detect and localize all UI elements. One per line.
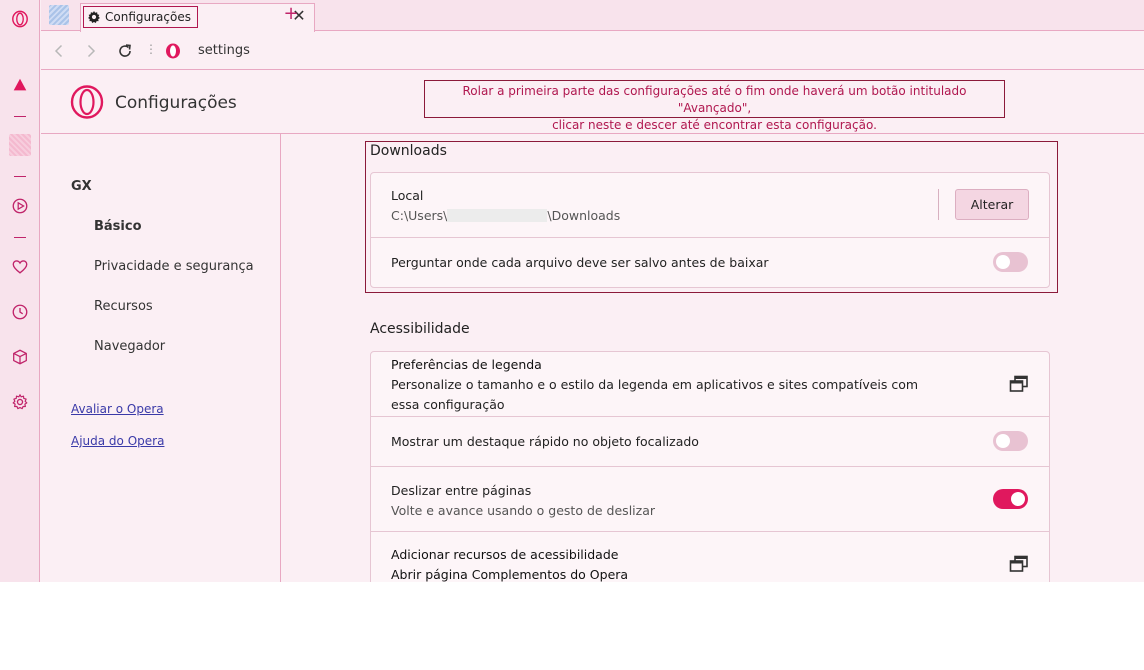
gear-icon[interactable] bbox=[10, 392, 30, 412]
new-tab-button[interactable]: + bbox=[282, 3, 300, 25]
ask-save-location-row: Perguntar onde cada arquivo deve ser sal… bbox=[371, 237, 1049, 287]
page-title: Configurações bbox=[115, 93, 237, 113]
external-link-icon[interactable] bbox=[1009, 555, 1029, 573]
sidebar-rail bbox=[0, 0, 40, 582]
toggle-knob bbox=[996, 434, 1010, 448]
rail-divider bbox=[14, 237, 26, 238]
gear-icon bbox=[88, 11, 100, 23]
settings-header: Configurações Rolar a primeira parte das… bbox=[41, 71, 1144, 134]
reload-icon[interactable] bbox=[115, 41, 135, 61]
address-input[interactable]: settings bbox=[198, 43, 250, 58]
back-icon[interactable] bbox=[49, 41, 69, 61]
toggle-knob bbox=[1011, 492, 1025, 506]
path-suffix: \Downloads bbox=[547, 208, 621, 223]
opera-logo-icon bbox=[70, 85, 104, 119]
caption-description: Personalize o tamanho e o estilo da lege… bbox=[391, 377, 919, 412]
aria-icon[interactable] bbox=[10, 75, 30, 95]
ask-save-label: Perguntar onde cada arquivo deve ser sal… bbox=[391, 255, 769, 270]
addons-description: Abrir página Complementos do Opera bbox=[391, 567, 629, 582]
instruction-annotation: Rolar a primeira parte das configurações… bbox=[424, 80, 1005, 132]
ask-save-toggle[interactable] bbox=[993, 252, 1028, 272]
forward-icon[interactable] bbox=[81, 41, 101, 61]
settings-nav: GX Básico Privacidade e segurança Recurs… bbox=[41, 134, 281, 582]
location-path: C:\Users\ \Downloads bbox=[391, 208, 620, 223]
swipe-pages-toggle[interactable] bbox=[993, 489, 1028, 509]
history-icon[interactable] bbox=[10, 302, 30, 322]
tab-title: Configurações bbox=[105, 10, 191, 24]
annotation-line-1: Rolar a primeira parte das configurações… bbox=[462, 84, 967, 115]
opera-logo-icon[interactable] bbox=[10, 9, 30, 29]
annotation-line-2: clicar neste e descer até encontrar esta… bbox=[552, 118, 877, 132]
heart-icon[interactable] bbox=[10, 257, 30, 277]
row-divider bbox=[938, 189, 939, 220]
opera-page-icon bbox=[163, 41, 183, 61]
swipe-title: Deslizar entre páginas bbox=[391, 483, 532, 498]
redacted-username bbox=[447, 209, 548, 222]
focus-highlight-row: Mostrar um destaque rápido no objeto foc… bbox=[371, 416, 1049, 466]
browser-window: Configurações ✕ + ⋮ settings Configuraçõ… bbox=[0, 0, 1144, 582]
player-icon[interactable] bbox=[10, 196, 30, 216]
location-label: Local bbox=[391, 188, 424, 203]
caption-preferences-row[interactable]: Preferências de legenda Personalize o ta… bbox=[371, 352, 1049, 416]
add-accessibility-row[interactable]: Adicionar recursos de acessibilidade Abr… bbox=[371, 531, 1049, 582]
tab-strip: Configurações ✕ + bbox=[41, 0, 1144, 32]
accessibility-section-title: Acessibilidade bbox=[370, 321, 470, 337]
download-location-row: Local C:\Users\ \Downloads Alterar bbox=[371, 173, 1049, 238]
rail-divider bbox=[14, 116, 26, 117]
caption-title: Preferências de legenda bbox=[391, 357, 542, 372]
tab-settings[interactable]: Configurações ✕ bbox=[80, 3, 315, 32]
swipe-description: Volte e avance usando o gesto de desliza… bbox=[391, 503, 656, 518]
rate-opera-link[interactable]: Avaliar o Opera bbox=[71, 402, 164, 416]
address-bar: ⋮ settings bbox=[41, 32, 1144, 70]
nav-item-navegador[interactable]: Navegador bbox=[94, 339, 165, 354]
change-location-button[interactable]: Alterar bbox=[955, 189, 1029, 220]
nav-section-gx[interactable]: GX bbox=[71, 179, 92, 194]
opera-help-link[interactable]: Ajuda do Opera bbox=[71, 434, 164, 448]
toggle-knob bbox=[996, 255, 1010, 269]
tab-label-box: Configurações bbox=[83, 6, 198, 28]
settings-content: Downloads Local C:\Users\ \Downloads Alte… bbox=[282, 134, 1144, 582]
focus-highlight-label: Mostrar um destaque rápido no objeto foc… bbox=[391, 434, 699, 449]
external-link-icon[interactable] bbox=[1009, 375, 1029, 393]
workspace-thumbnail[interactable] bbox=[49, 5, 69, 25]
nav-item-basico[interactable]: Básico bbox=[94, 219, 142, 234]
address-separator: ⋮ bbox=[145, 42, 157, 56]
downloads-card: Local C:\Users\ \Downloads Alterar Pergun… bbox=[370, 172, 1050, 288]
downloads-section-title: Downloads bbox=[370, 143, 447, 159]
addons-title: Adicionar recursos de acessibilidade bbox=[391, 547, 619, 562]
nav-item-privacidade[interactable]: Privacidade e segurança bbox=[94, 259, 254, 274]
rail-divider bbox=[14, 176, 26, 177]
focus-highlight-toggle[interactable] bbox=[993, 431, 1028, 451]
path-prefix: C:\Users\ bbox=[391, 208, 448, 223]
accessibility-card: Preferências de legenda Personalize o ta… bbox=[370, 351, 1050, 582]
speed-dial-thumbnail[interactable] bbox=[9, 134, 31, 156]
box-icon[interactable] bbox=[10, 347, 30, 367]
swipe-pages-row: Deslizar entre páginas Volte e avance us… bbox=[371, 466, 1049, 531]
nav-item-recursos[interactable]: Recursos bbox=[94, 299, 153, 314]
